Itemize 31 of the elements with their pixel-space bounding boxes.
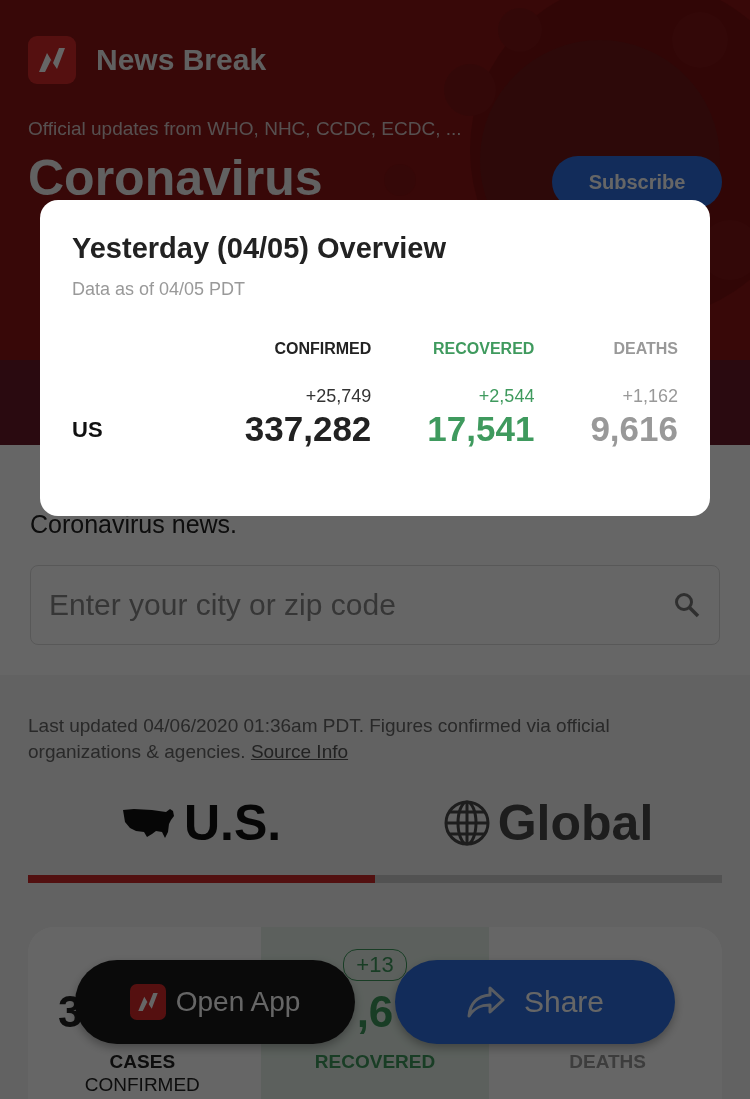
change-value: +2,544 <box>478 386 535 407</box>
dialog-title: Yesterday (04/05) Overview <box>72 232 447 265</box>
stat-value: ,6 <box>356 987 394 1037</box>
total-value: 9,616 <box>590 409 678 449</box>
share-button[interactable]: Share <box>395 960 675 1044</box>
stat-label: RECOVERED <box>314 1051 436 1073</box>
column-header: CONFIRMED <box>273 340 372 358</box>
app-name: News Break <box>96 43 267 77</box>
logo-icon <box>28 36 76 84</box>
change-value: +1,162 <box>622 386 678 407</box>
search-icon[interactable] <box>674 592 700 618</box>
source-info-link[interactable]: Source Info <box>250 741 349 762</box>
column-header: RECOVERED <box>432 340 535 358</box>
stat-label: CASES <box>109 1051 176 1073</box>
region-label: US <box>72 417 104 444</box>
us-map-icon <box>121 806 176 840</box>
stat-sublabel: CONFIRMED <box>84 1074 200 1096</box>
total-value: 17,541 <box>427 409 535 449</box>
region-tab[interactable]: U.S. <box>28 787 375 859</box>
dialog-subtitle: Data as of 04/05 PDT <box>72 279 247 300</box>
page-title: Coronavirus <box>28 149 323 208</box>
change-value: +25,749 <box>305 386 372 407</box>
logo-icon <box>129 984 166 1020</box>
globe-icon <box>443 800 490 846</box>
total-value: 337,282 <box>244 409 372 449</box>
update-note: Last updated 04/06/2020 01:36am PDT. Figures confirmed via official organizations & agencies. Source Info <box>28 714 611 764</box>
intro-text: Coronavirus news. <box>30 509 239 540</box>
header-subtitle: Official updates from WHO, NHC, CCDC, ECDC, ... <box>28 118 463 140</box>
share-icon <box>465 985 506 1019</box>
region-tab[interactable]: Global <box>375 787 722 859</box>
column-header: DEATHS <box>612 340 678 358</box>
